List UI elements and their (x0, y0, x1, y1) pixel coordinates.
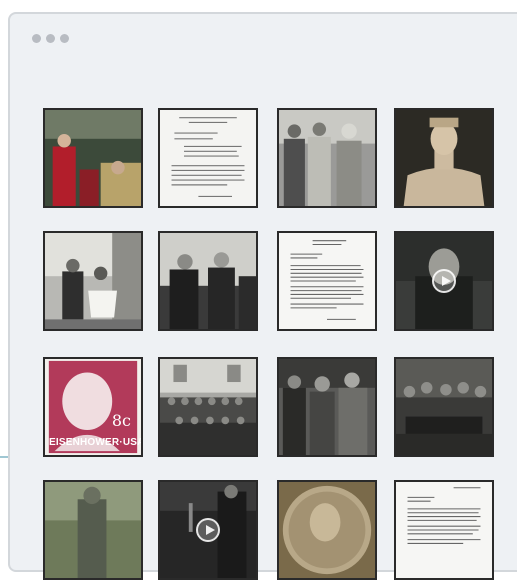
gallery-thumbnail[interactable] (277, 357, 377, 457)
photo-image (279, 110, 375, 206)
photo-image (160, 359, 256, 455)
gallery-thumbnail[interactable] (394, 480, 494, 580)
document-image (396, 482, 492, 578)
photo-image (279, 482, 375, 578)
gallery-thumbnail[interactable]: 8c EISENHOWER·USA (43, 357, 143, 457)
gallery-thumbnail[interactable] (277, 108, 377, 208)
edge-accent (0, 456, 8, 458)
gallery-thumbnail[interactable] (158, 480, 258, 580)
gallery-thumbnail[interactable] (277, 231, 377, 331)
document-image (160, 110, 256, 206)
photo-image (45, 482, 141, 578)
photo-image (279, 359, 375, 455)
browser-window: 8c EISENHOWER·USA (8, 12, 517, 580)
gallery-thumbnail[interactable] (158, 231, 258, 331)
photo-image (45, 233, 141, 329)
play-icon[interactable] (432, 269, 456, 293)
window-dot-icon[interactable] (46, 34, 55, 43)
window-dot-icon[interactable] (60, 34, 69, 43)
gallery-thumbnail[interactable] (277, 480, 377, 580)
gallery-thumbnail[interactable] (43, 480, 143, 580)
play-icon[interactable] (196, 518, 220, 542)
gallery-thumbnail[interactable] (394, 357, 494, 457)
gallery-thumbnail[interactable] (43, 108, 143, 208)
gallery-thumbnail[interactable] (394, 108, 494, 208)
stamp-denomination: 8c (111, 411, 131, 430)
document-image (279, 233, 375, 329)
gallery-thumbnail[interactable] (394, 231, 494, 331)
photo-image (160, 233, 256, 329)
photo-image (396, 110, 492, 206)
gallery-thumbnail[interactable] (158, 357, 258, 457)
gallery-thumbnail[interactable] (43, 231, 143, 331)
gallery-thumbnail[interactable] (158, 108, 258, 208)
stamp-label: EISENHOWER·USA (49, 437, 143, 448)
window-controls (32, 34, 69, 43)
photo-image (45, 110, 141, 206)
photo-image (396, 359, 492, 455)
window-dot-icon[interactable] (32, 34, 41, 43)
